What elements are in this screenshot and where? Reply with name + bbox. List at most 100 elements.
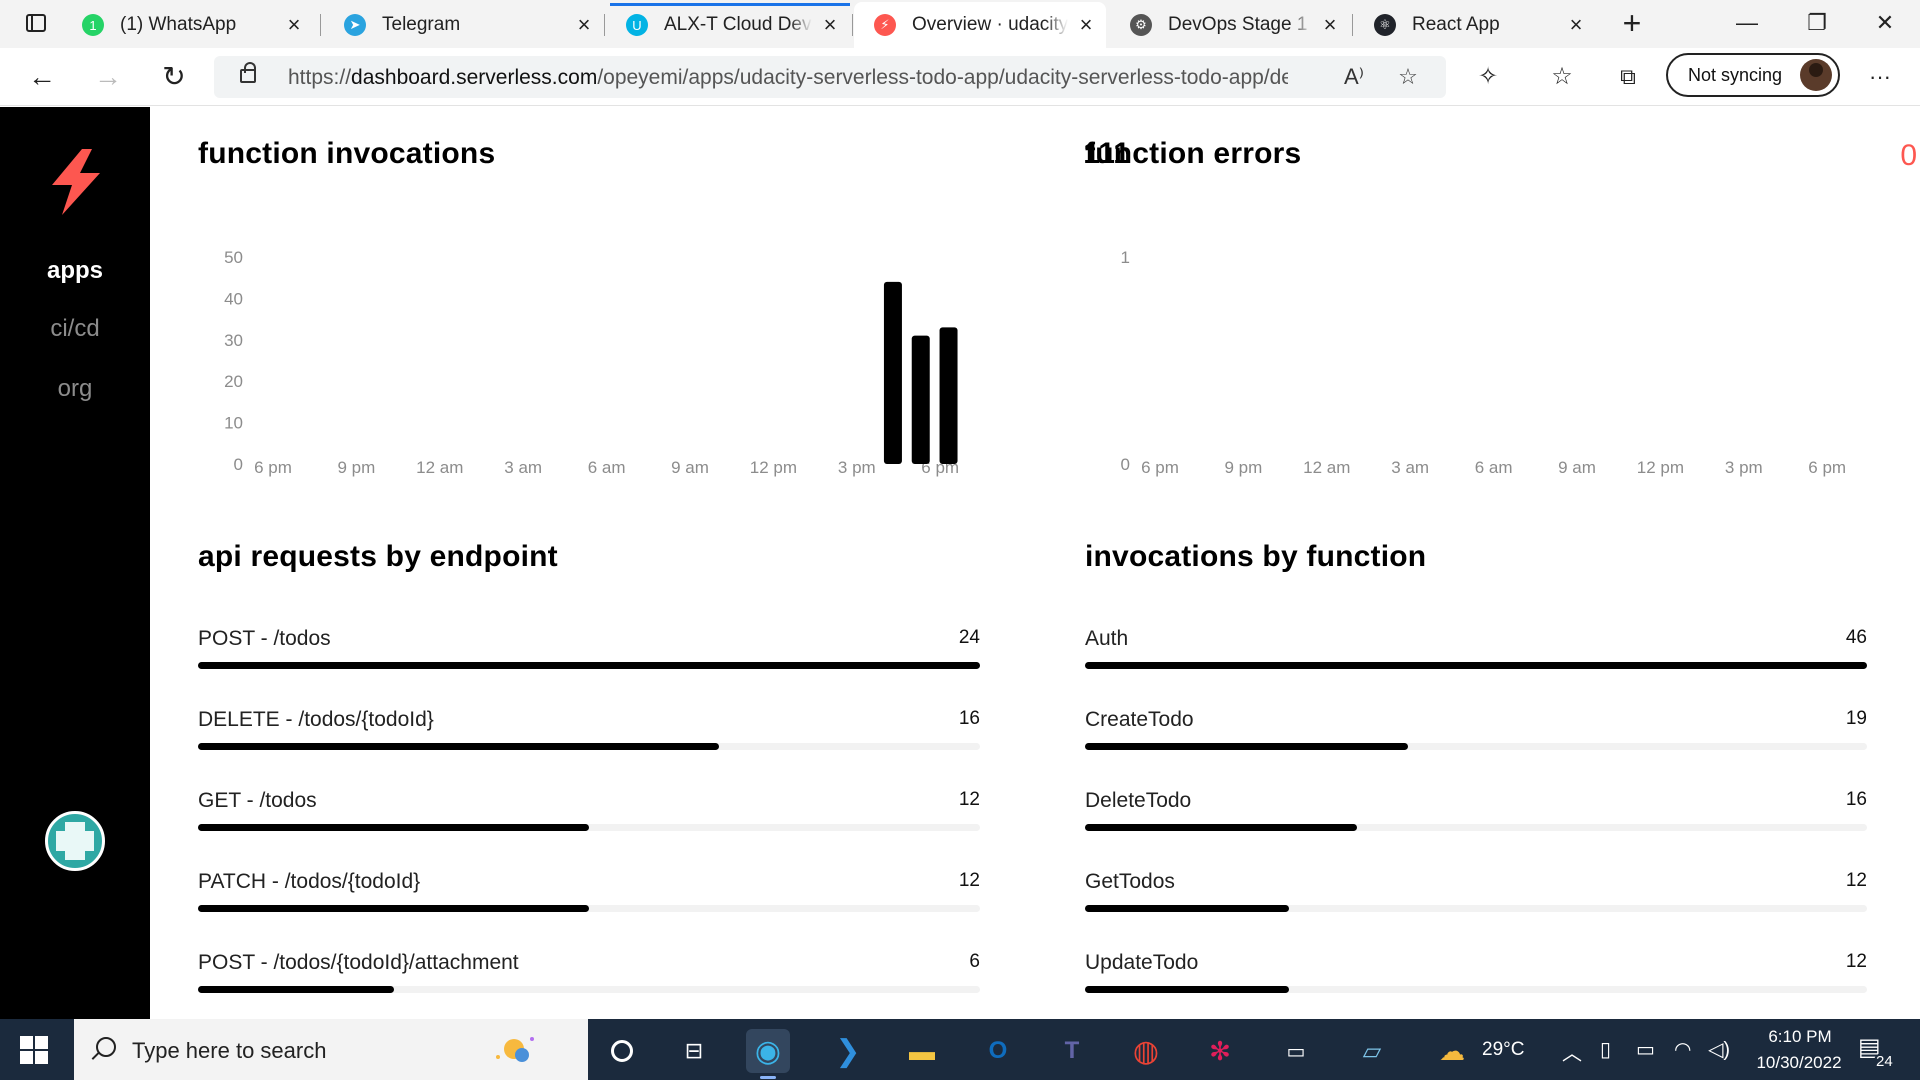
volume-icon[interactable]: ◁): [1708, 1037, 1730, 1062]
y-tick-label: 30: [224, 331, 243, 350]
browser-tab[interactable]: ⚙ DevOps Stage 1 Ta ×: [1110, 2, 1350, 48]
add-favorite-icon[interactable]: ☆: [1392, 62, 1424, 92]
tab-actions-menu-button[interactable]: [14, 10, 58, 38]
close-tab-icon[interactable]: ×: [820, 12, 840, 38]
device-icon[interactable]: ▯: [1600, 1037, 1611, 1062]
address-bar[interactable]: https://dashboard.serverless.com/opeyemi…: [214, 56, 1446, 98]
browser-tab[interactable]: ➤ Telegram ×: [324, 2, 604, 48]
y-tick-label: 50: [224, 248, 243, 267]
clock-date[interactable]: 10/30/2022: [1744, 1053, 1854, 1073]
list-item[interactable]: Auth 46: [1085, 627, 1867, 687]
back-button[interactable]: ←: [22, 58, 62, 96]
read-aloud-icon[interactable]: A⁾: [1338, 62, 1370, 92]
chrome-icon[interactable]: ◍: [1124, 1029, 1168, 1073]
new-tab-button[interactable]: +: [1614, 6, 1650, 42]
show-hidden-icons[interactable]: ︿: [1562, 1037, 1582, 1066]
terminal-icon[interactable]: ▭: [1274, 1029, 1318, 1073]
browser-tab[interactable]: 1 (1) WhatsApp ×: [62, 2, 314, 48]
progress-fill: [198, 662, 980, 669]
row-count: 46: [1845, 627, 1867, 648]
notepad-icon[interactable]: ▱: [1350, 1029, 1394, 1073]
favorites-icon[interactable]: ☆: [1542, 58, 1582, 96]
edge-icon[interactable]: ◉: [746, 1029, 790, 1073]
chart-bar[interactable]: [939, 327, 958, 464]
progress-track: [1085, 743, 1867, 750]
functions-title: invocations by function: [1085, 540, 1427, 573]
task-view-icon[interactable]: ⊟: [672, 1029, 716, 1073]
endpoints-title: api requests by endpoint: [198, 540, 558, 573]
x-tick-label: 12 am: [416, 458, 463, 477]
weather-icon[interactable]: ☁: [1430, 1029, 1474, 1073]
settings-more-icon[interactable]: ···: [1860, 58, 1900, 96]
minimize-button[interactable]: —: [1716, 0, 1778, 46]
sidebar-item-org[interactable]: org: [0, 375, 150, 403]
tab-title: Overview · udacity: [912, 14, 1068, 35]
list-item[interactable]: DELETE - /todos/{todoId} 16: [198, 708, 980, 768]
list-item[interactable]: GET - /todos 12: [198, 789, 980, 849]
outlook-icon[interactable]: O: [976, 1029, 1020, 1073]
row-label: POST - /todos/{todoId}/attachment: [198, 951, 519, 974]
progress-track: [198, 986, 980, 993]
app-sidebar: apps ci/cd org: [0, 107, 150, 1019]
x-tick-label: 12 pm: [1637, 458, 1684, 477]
sidebar-item-apps[interactable]: apps: [0, 257, 150, 285]
close-tab-icon[interactable]: ×: [574, 12, 594, 38]
close-tab-icon[interactable]: ×: [1320, 12, 1340, 38]
browser-tab[interactable]: U ALX-T Cloud Devel ×: [606, 2, 850, 48]
vscode-icon[interactable]: ❯: [826, 1029, 870, 1073]
y-tick-label: 0: [234, 455, 243, 474]
collections-icon[interactable]: ⧉: [1608, 58, 1648, 96]
close-tab-icon[interactable]: ×: [1076, 12, 1096, 38]
y-tick-label: 20: [224, 372, 243, 391]
cortana-icon[interactable]: [600, 1029, 644, 1073]
teams-icon[interactable]: T: [1050, 1029, 1094, 1073]
close-window-button[interactable]: ✕: [1854, 0, 1916, 46]
browser-tab[interactable]: ⚡ Overview · udacity ×: [854, 2, 1106, 48]
x-tick-label: 9 pm: [338, 458, 376, 477]
sidebar-item-cicd[interactable]: ci/cd: [0, 315, 150, 343]
tab-title: Telegram: [382, 14, 461, 35]
row-count: 16: [1845, 789, 1867, 810]
y-tick-label: 10: [224, 414, 243, 433]
windows-taskbar: Type here to search ⊟ ◉ ❯ ▬ O T ◍ ✻ ▭ ▱ …: [0, 1019, 1920, 1080]
list-item[interactable]: POST - /todos/{todoId}/attachment 6: [198, 951, 980, 1011]
clock-time[interactable]: 6:10 PM: [1750, 1027, 1850, 1047]
profile-avatar: [1800, 59, 1832, 91]
org-avatar[interactable]: [45, 811, 105, 871]
list-item[interactable]: POST - /todos 24: [198, 627, 980, 687]
extensions-icon[interactable]: ✧: [1468, 58, 1508, 96]
close-tab-icon[interactable]: ×: [284, 12, 304, 38]
list-item[interactable]: UpdateTodo 12: [1085, 951, 1867, 1011]
browser-tab[interactable]: ⚛ React App ×: [1354, 2, 1596, 48]
invocations-title: function invocations: [198, 137, 496, 170]
tab-title: ALX-T Cloud Devel: [664, 14, 812, 35]
close-tab-icon[interactable]: ×: [1566, 12, 1586, 38]
list-item[interactable]: PATCH - /todos/{todoId} 12: [198, 870, 980, 930]
weather-temp[interactable]: 29°C: [1482, 1039, 1524, 1061]
start-button[interactable]: [20, 1036, 48, 1064]
battery-icon[interactable]: ▭: [1636, 1037, 1655, 1062]
taskbar-search-box[interactable]: Type here to search: [74, 1019, 588, 1080]
list-item[interactable]: CreateTodo 19: [1085, 708, 1867, 768]
tab-title: (1) WhatsApp: [120, 14, 237, 35]
chart-bar[interactable]: [911, 335, 930, 464]
refresh-button[interactable]: ↻: [154, 58, 194, 96]
file-explorer-icon[interactable]: ▬: [900, 1029, 944, 1073]
forward-button[interactable]: →: [88, 58, 128, 96]
list-item[interactable]: GetTodos 12: [1085, 870, 1867, 930]
lock-icon[interactable]: [240, 62, 256, 83]
x-tick-label: 12 pm: [750, 458, 797, 477]
whatsapp-icon: 1: [82, 14, 104, 36]
x-tick-label: 6 am: [588, 458, 626, 477]
progress-track: [1085, 905, 1867, 912]
profile-sync-button[interactable]: Not syncing: [1666, 53, 1840, 97]
url-text[interactable]: https://dashboard.serverless.com/opeyemi…: [288, 66, 1288, 90]
restore-button[interactable]: ❐: [1786, 0, 1848, 46]
slack-icon[interactable]: ✻: [1198, 1029, 1242, 1073]
wifi-icon[interactable]: ◠: [1674, 1037, 1691, 1062]
chart-bar[interactable]: [883, 281, 902, 464]
serverless-logo[interactable]: [48, 149, 104, 215]
row-count: 12: [1845, 951, 1867, 972]
list-item[interactable]: DeleteTodo 16: [1085, 789, 1867, 849]
row-label: CreateTodo: [1085, 708, 1194, 731]
